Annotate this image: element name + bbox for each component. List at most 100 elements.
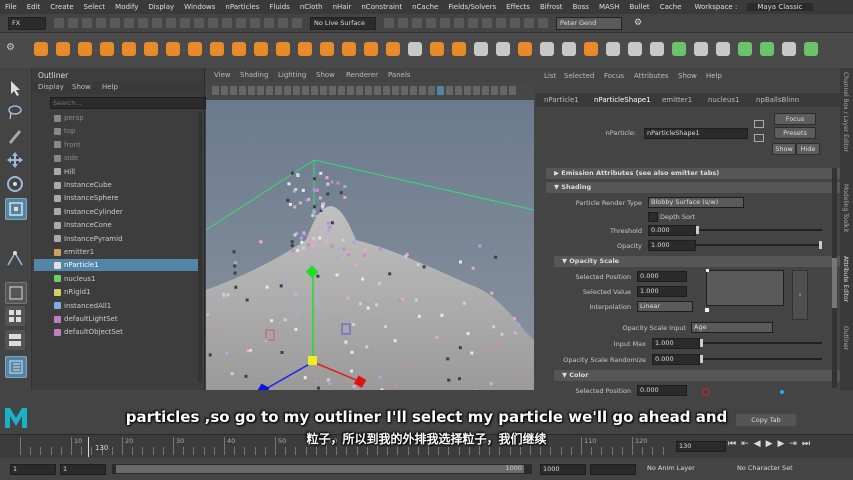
status-tool-icon[interactable] <box>264 18 274 28</box>
status-tool-icon[interactable] <box>482 18 492 28</box>
render-type-dropdown[interactable]: Blobby Surface (s/w) <box>648 197 744 208</box>
shelf-tool-icon[interactable] <box>122 42 136 56</box>
ae-menu-focus[interactable]: Focus <box>604 72 624 80</box>
interpolation-dropdown[interactable]: Linear <box>637 301 693 312</box>
focus-button[interactable]: Focus <box>774 113 816 125</box>
menu-cache[interactable]: Cache <box>660 3 682 11</box>
outliner-item[interactable]: instancedAll1 <box>34 300 199 312</box>
section-emission[interactable]: ▶ Emission Attributes (see also emitter … <box>546 168 840 179</box>
outliner-item[interactable]: InstanceSphere <box>34 192 199 204</box>
menu-bullet[interactable]: Bullet <box>630 3 650 11</box>
status-tool-icon[interactable] <box>278 18 288 28</box>
shelf-tool-icon[interactable] <box>584 42 598 56</box>
viewport-tool-icon[interactable] <box>464 86 471 95</box>
viewport-tool-icon[interactable] <box>428 86 435 95</box>
opacity-field[interactable]: 1.000 <box>648 240 696 251</box>
modeling-toolkit-tab[interactable]: Modeling Toolkit <box>842 184 849 232</box>
outliner-item[interactable]: InstancePyramid <box>34 233 199 245</box>
opacity-scale-randomize-field[interactable]: 0.000 <box>652 354 700 365</box>
shelf-tool-icon[interactable] <box>166 42 180 56</box>
outliner-menu-show[interactable]: Show <box>72 83 91 91</box>
shelf-gear-icon[interactable]: ⚙ <box>6 42 15 53</box>
viewport-tool-icon[interactable] <box>482 86 489 95</box>
viewport-menu-view[interactable]: View <box>214 71 231 79</box>
outliner-item[interactable]: InstanceCylinder <box>34 206 199 218</box>
anim-layer-dropdown[interactable]: No Anim Layer <box>645 464 721 473</box>
shelf-tool-icon[interactable] <box>342 42 356 56</box>
viewport-tool-icon[interactable] <box>383 86 390 95</box>
threshold-slider[interactable] <box>696 226 822 234</box>
ae-menu-list[interactable]: List <box>544 72 556 80</box>
section-opacity-scale[interactable]: ▼ Opacity Scale <box>554 256 840 267</box>
character-set-dropdown[interactable]: No Character Set <box>735 464 819 473</box>
section-shading[interactable]: ▼ Shading <box>546 182 840 193</box>
shelf-tool-icon[interactable] <box>738 42 752 56</box>
viewport-panel[interactable]: View Shading Lighting Show Renderer Panels <box>206 68 534 390</box>
status-tool-icon[interactable] <box>54 18 64 28</box>
status-tool-icon[interactable] <box>68 18 78 28</box>
menu-display[interactable]: Display <box>148 3 174 11</box>
viewport-tool-icon[interactable] <box>401 86 408 95</box>
outliner-item[interactable]: nRigid1 <box>34 286 199 298</box>
shelf-tool-icon[interactable] <box>540 42 554 56</box>
viewport-tool-icon[interactable] <box>239 86 246 95</box>
node-name-field[interactable]: nParticleShape1 <box>644 128 748 139</box>
shelf-tool-icon[interactable] <box>144 42 158 56</box>
outliner-scrollbar[interactable] <box>198 112 202 382</box>
show-button[interactable]: Show <box>772 143 796 155</box>
selected-value-field[interactable]: 1.000 <box>637 286 687 297</box>
shelf-tool-icon[interactable] <box>782 42 796 56</box>
menu-mash[interactable]: MASH <box>599 3 620 11</box>
viewport-menu-lighting[interactable]: Lighting <box>278 71 306 79</box>
single-view-icon[interactable] <box>5 282 27 304</box>
input-max-field[interactable]: 1.000 <box>652 338 700 349</box>
ramp-handle-bottom[interactable] <box>705 308 709 312</box>
status-tool-icon[interactable] <box>222 18 232 28</box>
status-tool-icon[interactable] <box>194 18 204 28</box>
depth-sort-checkbox[interactable] <box>648 212 658 222</box>
shelf-tool-icon[interactable] <box>716 42 730 56</box>
status-tool-icon[interactable] <box>412 18 422 28</box>
last-tool-icon[interactable] <box>5 248 25 268</box>
outliner-item[interactable]: InstanceCone <box>34 219 199 231</box>
shelf-tool-icon[interactable] <box>210 42 224 56</box>
outliner-layout-icon[interactable] <box>5 356 27 378</box>
viewport-tool-icon[interactable] <box>230 86 237 95</box>
lasso-tool-icon[interactable] <box>5 102 25 122</box>
ramp-handle-top[interactable] <box>706 269 709 272</box>
status-tool-icon[interactable] <box>96 18 106 28</box>
opacity-slider-handle[interactable] <box>819 241 822 249</box>
status-tool-icon[interactable] <box>426 18 436 28</box>
status-tool-icon[interactable] <box>454 18 464 28</box>
status-tool-icon[interactable] <box>138 18 148 28</box>
menu-edit[interactable]: Edit <box>27 3 41 11</box>
outliner-item[interactable]: defaultObjectSet <box>34 326 199 338</box>
ae-tab-nparticle1[interactable]: nParticle1 <box>544 96 579 104</box>
menu-fields-solvers[interactable]: Fields/Solvers <box>448 3 496 11</box>
viewport-tool-icon[interactable] <box>446 86 453 95</box>
shelf-tool-icon[interactable] <box>276 42 290 56</box>
channel-box-tab[interactable]: Channel Box / Layer Editor <box>842 72 849 152</box>
status-tool-icon[interactable] <box>208 18 218 28</box>
viewport-tool-icon[interactable] <box>410 86 417 95</box>
shelf-tool-icon[interactable] <box>320 42 334 56</box>
viewport-tool-icon[interactable] <box>212 86 219 95</box>
shelf-tool-icon[interactable] <box>430 42 444 56</box>
viewport-menu-panels[interactable]: Panels <box>388 71 411 79</box>
status-tool-icon[interactable] <box>250 18 260 28</box>
ae-tab-npballsblinn[interactable]: npBallsBlinn <box>756 96 799 104</box>
ae-scrollbar-thumb[interactable] <box>832 258 837 308</box>
viewport-tool-icon[interactable] <box>302 86 309 95</box>
menu-fluids[interactable]: Fluids <box>269 3 289 11</box>
viewport-tool-icon[interactable] <box>509 86 516 95</box>
status-tool-icon[interactable] <box>110 18 120 28</box>
input-max-slider-handle[interactable] <box>700 339 703 347</box>
outliner-item[interactable]: persp <box>34 112 199 124</box>
range-slider-handle[interactable] <box>116 465 524 473</box>
viewport-menu-shading[interactable]: Shading <box>240 71 268 79</box>
randomize-slider[interactable] <box>700 355 822 363</box>
shelf-tool-icon[interactable] <box>408 42 422 56</box>
viewport-tool-icon[interactable] <box>284 86 291 95</box>
menu-set-dropdown[interactable]: FX <box>8 16 46 30</box>
viewport-tool-icon[interactable] <box>500 86 507 95</box>
